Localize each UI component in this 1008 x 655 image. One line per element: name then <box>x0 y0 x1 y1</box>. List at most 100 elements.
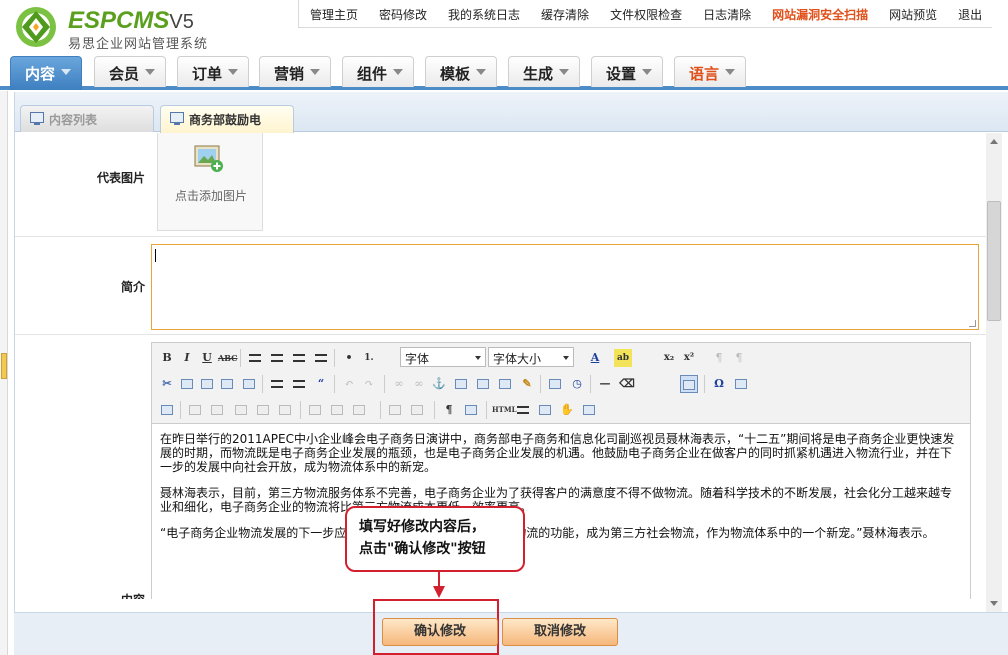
insert-row-icon[interactable] <box>232 401 250 419</box>
table-col-icon[interactable] <box>408 401 426 419</box>
font-color-icon[interactable]: A <box>586 349 604 367</box>
chevron-down-icon <box>228 69 238 75</box>
subscript-icon[interactable]: x₂ <box>660 349 678 367</box>
delete-row-icon[interactable] <box>276 401 294 419</box>
confirm-edit-button[interactable]: 确认修改 <box>382 618 498 646</box>
merge-cells-icon[interactable] <box>306 401 324 419</box>
nav-tab-components[interactable]: 组件 <box>342 56 414 87</box>
editor-content[interactable]: 在昨日举行的2011APEC中小企业峰会电子商务日演讲中，商务部电子商务和信息化… <box>160 432 960 552</box>
blockquote-icon[interactable]: “ <box>312 375 330 393</box>
clear-format-icon[interactable]: ✎ <box>518 375 536 393</box>
toplink-clear-log[interactable]: 日志清除 <box>692 0 761 27</box>
nav-tab-generate[interactable]: 生成 <box>508 56 580 87</box>
nav-tab-members[interactable]: 会员 <box>94 56 166 87</box>
toplink-admin-home[interactable]: 管理主页 <box>299 0 368 27</box>
toplink-change-password[interactable]: 密码修改 <box>368 0 437 27</box>
strikethrough-icon[interactable]: ABC <box>218 349 237 367</box>
sidebar-toggle-handle[interactable] <box>1 353 7 379</box>
espcms-logo-icon <box>16 7 56 47</box>
preview-icon[interactable] <box>536 401 554 419</box>
nav-tab-language[interactable]: 语言 <box>674 56 746 87</box>
emoticon-icon[interactable] <box>732 375 750 393</box>
paste-icon[interactable] <box>198 375 216 393</box>
resize-grip-icon[interactable] <box>969 320 976 327</box>
tab-current-article[interactable]: 商务部鼓励电 <box>160 105 294 133</box>
redo-icon[interactable]: ↷ <box>360 375 378 393</box>
insert-col-icon[interactable] <box>254 401 272 419</box>
scroll-thumb[interactable] <box>987 201 1001 321</box>
arrow-down-icon <box>433 586 445 598</box>
toplink-security-scan[interactable]: 网站漏洞安全扫描 <box>761 0 878 27</box>
toplink-site-preview[interactable]: 网站预览 <box>878 0 947 27</box>
rtl-icon[interactable]: ¶ <box>730 349 748 367</box>
add-image-box[interactable]: 点击添加图片 <box>157 133 263 231</box>
paste-word-icon[interactable] <box>240 375 258 393</box>
page-break-icon[interactable] <box>514 401 532 419</box>
toplink-clear-cache[interactable]: 缓存清除 <box>530 0 599 27</box>
horizontal-rule-icon[interactable]: — <box>596 375 614 393</box>
nav-tab-templates[interactable]: 模板 <box>425 56 497 87</box>
template-icon[interactable]: ✋ <box>558 401 576 419</box>
link-icon[interactable]: ∞ <box>390 375 408 393</box>
eraser-icon[interactable]: ⌫ <box>618 375 636 393</box>
table-row-icon[interactable] <box>386 401 404 419</box>
indent-icon[interactable] <box>290 375 308 393</box>
html-source-icon[interactable]: HTML <box>492 401 517 419</box>
summary-textarea[interactable] <box>151 244 979 330</box>
ltr-icon[interactable]: ¶ <box>710 349 728 367</box>
insert-date-icon[interactable] <box>546 375 564 393</box>
nav-tab-orders[interactable]: 订单 <box>177 56 249 87</box>
tab-content-list[interactable]: 内容列表 <box>20 105 154 132</box>
undo-icon[interactable]: ↶ <box>340 375 358 393</box>
nav-tab-content[interactable]: 内容 <box>10 56 82 90</box>
align-right-icon[interactable] <box>290 349 308 367</box>
nav-tab-settings[interactable]: 设置 <box>591 56 663 87</box>
toplink-logout[interactable]: 退出 <box>947 0 992 27</box>
sub-tabs: 内容列表 商务部鼓励电 <box>15 92 1008 133</box>
toolbar-separator <box>334 349 335 367</box>
remove-format-icon[interactable] <box>462 401 480 419</box>
toolbar-separator <box>590 375 591 393</box>
copy-icon[interactable] <box>178 375 196 393</box>
toolbar-separator <box>262 375 263 393</box>
cut-icon[interactable]: ✂ <box>158 375 176 393</box>
scroll-up-icon[interactable] <box>990 139 998 144</box>
unlink-icon[interactable]: ∞ <box>410 375 428 393</box>
vertical-scrollbar[interactable] <box>986 133 1002 612</box>
split-cells-icon[interactable] <box>328 401 346 419</box>
toplink-my-system-log[interactable]: 我的系统日志 <box>437 0 530 27</box>
delete-table-icon[interactable] <box>350 401 368 419</box>
superscript-icon[interactable]: x² <box>680 349 698 367</box>
nav-tab-marketing[interactable]: 营销 <box>259 56 331 87</box>
fullscreen-icon[interactable] <box>580 401 598 419</box>
anchor-icon[interactable]: ⚓ <box>430 375 448 393</box>
outdent-icon[interactable] <box>268 375 286 393</box>
underline-icon[interactable]: U <box>198 349 216 367</box>
table-props-icon[interactable] <box>186 401 204 419</box>
bullet-list-icon[interactable]: • <box>340 349 358 367</box>
table-icon[interactable] <box>680 375 698 393</box>
cell-props-icon[interactable] <box>208 401 226 419</box>
nav-tab-label: 生成 <box>523 65 554 83</box>
align-left-icon[interactable] <box>246 349 264 367</box>
paste-text-icon[interactable] <box>218 375 236 393</box>
align-justify-icon[interactable] <box>312 349 330 367</box>
highlight-color-icon[interactable]: ab <box>614 349 632 367</box>
multi-image-icon[interactable] <box>474 375 492 393</box>
special-char-icon[interactable]: Ω <box>710 375 728 393</box>
cancel-edit-button[interactable]: 取消修改 <box>502 618 618 646</box>
image-icon[interactable] <box>452 375 470 393</box>
video-icon[interactable] <box>496 375 514 393</box>
toplink-file-permission-check[interactable]: 文件权限检查 <box>599 0 692 27</box>
bold-icon[interactable]: B <box>158 349 176 367</box>
text-caret <box>155 249 156 262</box>
edit-icon[interactable] <box>158 401 176 419</box>
scroll-down-icon[interactable] <box>990 601 998 606</box>
insert-time-icon[interactable]: ◷ <box>568 375 586 393</box>
italic-icon[interactable]: I <box>178 349 196 367</box>
font-size-select[interactable]: 字体大小 <box>488 347 574 367</box>
font-family-select[interactable]: 字体 <box>400 347 486 367</box>
pilcrow-icon[interactable]: ¶ <box>440 401 458 419</box>
numbered-list-icon[interactable]: 1. <box>360 349 378 367</box>
align-center-icon[interactable] <box>268 349 286 367</box>
